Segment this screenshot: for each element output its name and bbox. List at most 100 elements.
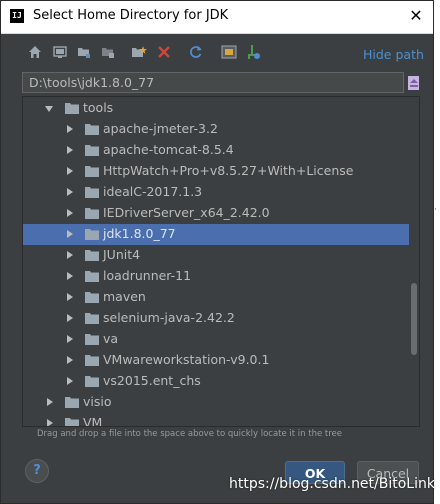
close-icon: ✕: [409, 6, 423, 25]
tree-item[interactable]: VMwareworkstation-v9.0.1: [23, 350, 409, 371]
tree-item-tools[interactable]: tools: [23, 98, 409, 119]
chevron-right-icon[interactable]: [67, 356, 73, 364]
folder-icon: [85, 292, 99, 303]
folder-icon: [85, 250, 99, 261]
tree-item-label: VM: [83, 415, 103, 427]
new-folder-icon: [132, 46, 147, 57]
tree-item-label: maven: [103, 289, 146, 304]
tree-item-label: tools: [83, 100, 114, 115]
tree-item[interactable]: va: [23, 329, 409, 350]
project-icon: [78, 48, 90, 58]
chevron-right-icon[interactable]: [47, 419, 53, 426]
delete-button[interactable]: [155, 43, 173, 61]
tree-item[interactable]: apache-jmeter-3.2: [23, 119, 409, 140]
watermark: https://blog.csdn.net/BitoLink: [229, 476, 435, 492]
add-to-favorites-button[interactable]: [245, 43, 263, 61]
chevron-right-icon[interactable]: [67, 272, 73, 280]
folder-icon: [85, 271, 99, 282]
folder-icon: [85, 124, 99, 135]
chevron-right-icon[interactable]: [67, 167, 73, 175]
folder-icon: [65, 103, 79, 114]
module-icon: [102, 48, 114, 58]
chevron-right-icon[interactable]: [47, 398, 53, 406]
path-history-button[interactable]: [405, 72, 423, 93]
tree-scrollbar[interactable]: [409, 97, 419, 426]
tree-item-label: VMwareworkstation-v9.0.1: [103, 352, 270, 367]
tree-item[interactable]: visio: [23, 392, 409, 413]
folder-icon: [85, 313, 99, 324]
scrollbar-thumb[interactable]: [411, 283, 417, 355]
dialog-window: IJ Select Home Directory for JDK ✕ Hide …: [0, 0, 434, 504]
tree-item-selected[interactable]: jdk1.8.0_77: [23, 224, 409, 245]
tree-item[interactable]: selenium-java-2.42.2: [23, 308, 409, 329]
chevron-right-icon[interactable]: [67, 188, 73, 196]
tree-item-label: vs2015.ent_chs: [103, 373, 201, 388]
close-button[interactable]: ✕: [405, 5, 427, 27]
new-folder-button[interactable]: [130, 43, 148, 61]
module-button[interactable]: [99, 43, 117, 61]
desktop-icon: [53, 46, 67, 58]
chevron-right-icon[interactable]: [67, 125, 73, 133]
tree-item-label: apache-jmeter-3.2: [103, 121, 218, 136]
help-button[interactable]: ?: [25, 459, 49, 483]
home-icon: [29, 46, 41, 58]
folder-icon: [85, 145, 99, 156]
drag-drop-hint: Drag and drop a file into the space abov…: [37, 429, 343, 439]
refresh-button[interactable]: [187, 43, 205, 61]
toolbar: [26, 43, 406, 65]
show-hidden-button[interactable]: [220, 43, 238, 61]
add-to-favorites-icon: [248, 45, 260, 59]
folder-icon: [85, 166, 99, 177]
tree-item-label: IEDriverServer_x64_2.42.0: [103, 205, 270, 220]
tree-item-label: loadrunner-11: [103, 268, 192, 283]
tree-item[interactable]: vs2015.ent_chs: [23, 371, 409, 392]
tree-item-label: selenium-java-2.42.2: [103, 310, 235, 325]
path-input[interactable]: [22, 72, 404, 93]
folder-icon: [85, 208, 99, 219]
folder-icon: [85, 334, 99, 345]
tree-item-label: visio: [83, 394, 112, 409]
project-button[interactable]: [75, 43, 93, 61]
folder-icon: [85, 229, 99, 240]
chevron-right-icon[interactable]: [67, 146, 73, 154]
intellij-app-icon: IJ: [10, 9, 24, 23]
tree-item-label: HttpWatch+Pro+v8.5.27+With+License: [103, 163, 354, 178]
folder-icon: [85, 355, 99, 366]
tree-item-label: jdk1.8.0_77: [103, 226, 176, 241]
chevron-right-icon[interactable]: [67, 377, 73, 385]
tree-item[interactable]: VM: [23, 413, 409, 427]
title-bar: IJ Select Home Directory for JDK ✕: [1, 1, 433, 34]
window-title: Select Home Directory for JDK: [33, 8, 229, 23]
chevron-right-icon[interactable]: [67, 335, 73, 343]
background-fragment: ·: [434, 205, 437, 215]
folder-icon: [65, 418, 79, 426]
chevron-right-icon[interactable]: [67, 230, 73, 238]
chevron-right-icon[interactable]: [67, 209, 73, 217]
chevron-right-icon[interactable]: [67, 314, 73, 322]
tree-item[interactable]: IEDriverServer_x64_2.42.0: [23, 203, 409, 224]
chevron-down-icon[interactable]: [45, 106, 53, 112]
tree-item[interactable]: idealC-2017.1.3: [23, 182, 409, 203]
folder-icon: [85, 187, 99, 198]
folder-icon: [85, 376, 99, 387]
tree-item-label: idealC-2017.1.3: [103, 184, 203, 199]
tree-item-label: va: [103, 331, 119, 346]
refresh-icon: [190, 46, 202, 58]
show-hidden-icon: [221, 45, 237, 59]
file-tree[interactable]: tools apache-jmeter-3.2 apache-tomcat-8.…: [22, 96, 420, 427]
hide-path-link[interactable]: Hide path: [363, 47, 424, 62]
tree-item[interactable]: JUnit4: [23, 245, 409, 266]
folder-icon: [65, 397, 79, 408]
tree-item[interactable]: apache-tomcat-8.5.4: [23, 140, 409, 161]
tree-item[interactable]: HttpWatch+Pro+v8.5.27+With+License: [23, 161, 409, 182]
home-button[interactable]: [26, 43, 44, 61]
chevron-right-icon[interactable]: [67, 251, 73, 259]
tree-item-label: JUnit4: [103, 247, 141, 262]
tree-item[interactable]: loadrunner-11: [23, 266, 409, 287]
tree-item[interactable]: maven: [23, 287, 409, 308]
delete-icon: [158, 46, 170, 58]
recent-paths-icon: [408, 76, 419, 90]
desktop-button[interactable]: [51, 43, 69, 61]
tree-item-label: apache-tomcat-8.5.4: [103, 142, 234, 157]
chevron-right-icon[interactable]: [67, 293, 73, 301]
